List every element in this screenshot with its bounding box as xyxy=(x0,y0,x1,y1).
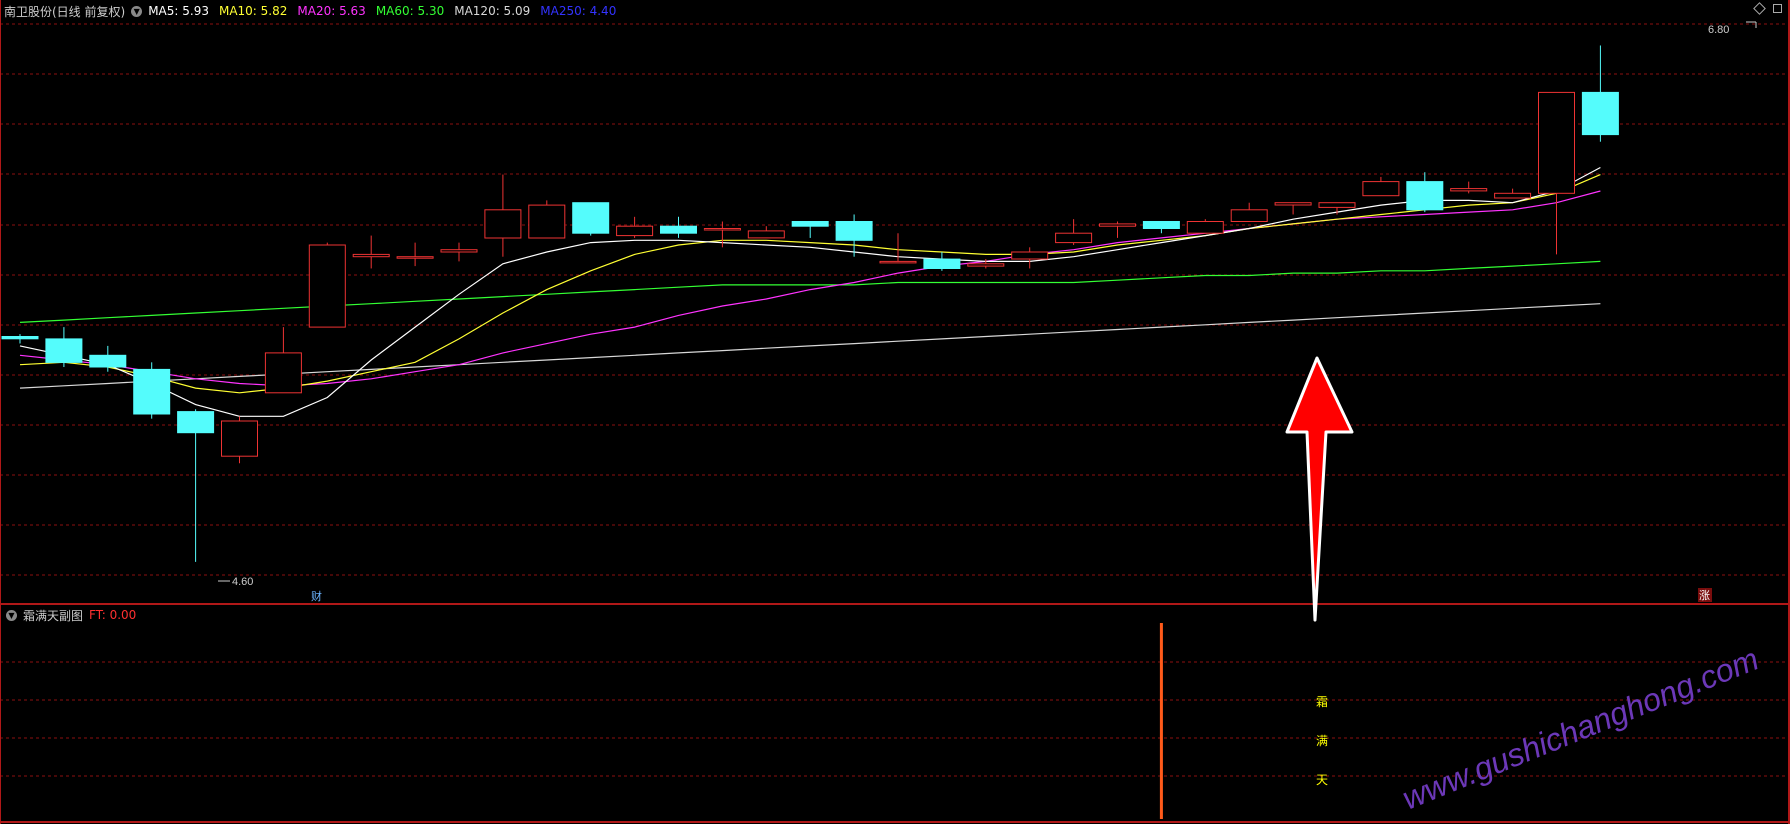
chevron-down-icon[interactable]: ▼ xyxy=(131,5,143,17)
candle-body-up xyxy=(1230,209,1268,223)
candle-body-up xyxy=(1494,192,1532,199)
candle-body-up xyxy=(1538,91,1575,194)
candle-body-down xyxy=(791,221,829,227)
candle-body-up xyxy=(616,225,654,237)
candle[interactable] xyxy=(572,202,610,236)
candle-body-up xyxy=(264,352,302,394)
ma20-label: MA20: 5.63 xyxy=(297,4,366,18)
candle-body-down xyxy=(835,221,873,241)
candle-body-down xyxy=(1,336,39,340)
candle-body-down xyxy=(1406,181,1444,211)
high-price-label: 6.80 xyxy=(1708,24,1729,36)
candle-body-down xyxy=(89,354,127,368)
ma120-label: MA120: 5.09 xyxy=(454,4,531,18)
ma60-label: MA60: 5.30 xyxy=(375,4,445,18)
signal-char-3: 天 xyxy=(1316,773,1328,787)
candle-body-up xyxy=(1055,232,1093,244)
candle-body-down xyxy=(923,258,961,270)
candle-body-down xyxy=(45,338,83,363)
candle-body-down xyxy=(1142,221,1180,229)
candle-body-down xyxy=(660,225,697,234)
signal-char-2: 满 xyxy=(1316,734,1328,748)
candle-body-up xyxy=(1186,221,1224,234)
candle[interactable] xyxy=(1186,219,1224,234)
candle-body-up xyxy=(703,228,741,231)
event-label-zhang: 涨 xyxy=(1699,589,1710,602)
candle-body-up xyxy=(1362,181,1400,197)
candle[interactable] xyxy=(308,242,346,328)
sub-chevron-down-icon[interactable]: ▼ xyxy=(6,609,17,621)
candle-body-up xyxy=(528,204,566,239)
candle-body-up xyxy=(484,209,522,239)
candle-body-up xyxy=(967,263,1005,267)
candle[interactable] xyxy=(133,362,171,419)
chart-window: 6.80 4.60 财 涨 霜 满 天 www.gushichanghong.c… xyxy=(0,0,1790,824)
candle-body-up xyxy=(1450,188,1488,192)
event-label-cai[interactable]: 财 xyxy=(311,589,322,603)
candle-body-up xyxy=(747,230,785,239)
chart-canvas[interactable]: 6.80 4.60 财 涨 霜 满 天 www.gushichanghong.c… xyxy=(0,0,1790,824)
window-square-icon[interactable] xyxy=(1773,4,1782,13)
candle-body-up xyxy=(352,253,390,258)
sub-panel-header: ▼ 霜满天副图 FT: 0.00 xyxy=(0,604,136,626)
candle-body-up xyxy=(1318,202,1356,208)
candle-body-down xyxy=(177,411,215,434)
low-price-label: 4.60 xyxy=(232,576,253,588)
candle-body-up xyxy=(221,420,258,457)
signal-char-1: 霜 xyxy=(1316,695,1328,709)
ma250-label: MA250: 4.40 xyxy=(540,4,617,18)
candle[interactable] xyxy=(528,200,566,239)
sub-panel-title[interactable]: 霜满天副图 xyxy=(23,607,83,624)
candle-body-up xyxy=(879,260,917,264)
signal-bar xyxy=(1159,623,1163,819)
candle-body-down xyxy=(572,202,610,234)
candle-body-up xyxy=(1274,202,1312,206)
candle[interactable] xyxy=(221,416,258,464)
candle-body-down xyxy=(1581,91,1619,136)
candle-body-down xyxy=(133,368,171,415)
ma10-label: MA10: 5.82 xyxy=(218,4,288,18)
ft-indicator: FT: 0.00 xyxy=(89,608,137,622)
candle-body-up xyxy=(396,256,434,259)
main-panel-header: 南卫股份(日线 前复权) ▼ MA5: 5.93 MA10: 5.82 MA20… xyxy=(0,0,626,22)
candle-body-up xyxy=(1099,223,1136,227)
candle-body-up xyxy=(308,244,346,328)
candle-body-up xyxy=(440,249,478,253)
candle-body-up xyxy=(1011,251,1049,260)
stock-title[interactable]: 南卫股份(日线 前复权) xyxy=(4,3,125,20)
ma5-label: MA5: 5.93 xyxy=(148,4,209,18)
